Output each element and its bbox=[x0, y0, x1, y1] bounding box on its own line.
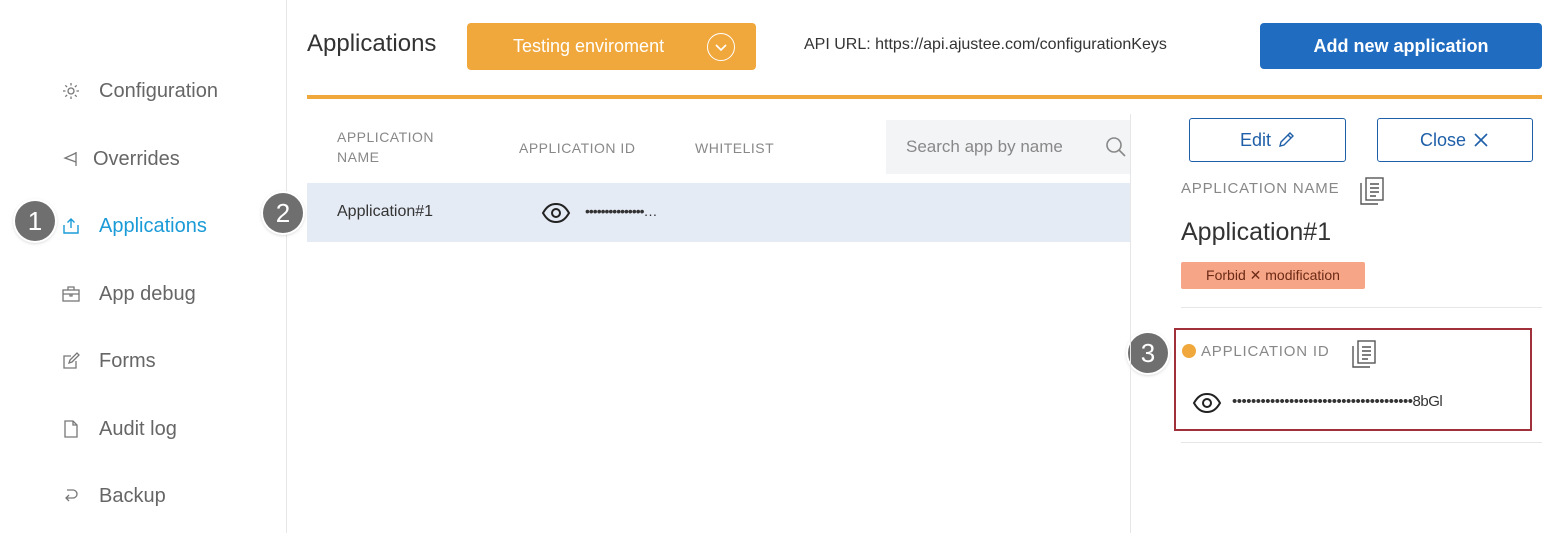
sidebar-item-label: Backup bbox=[99, 484, 166, 507]
environment-label: Testing enviroment bbox=[513, 36, 665, 56]
document-icon bbox=[60, 418, 82, 440]
eye-icon[interactable] bbox=[1192, 392, 1222, 419]
sidebar-item-configuration[interactable]: Configuration bbox=[60, 76, 218, 106]
close-icon bbox=[1474, 133, 1488, 147]
divider bbox=[1181, 442, 1542, 443]
restore-icon bbox=[60, 485, 82, 507]
app-root: Configuration Overrides Applications App… bbox=[0, 0, 1561, 533]
share-icon bbox=[60, 215, 82, 237]
pencil-icon bbox=[1279, 132, 1295, 147]
chevron-down-icon bbox=[707, 33, 735, 61]
search-icon[interactable] bbox=[1104, 135, 1128, 164]
sidebar-item-label: Applications bbox=[99, 214, 207, 237]
divider bbox=[1181, 307, 1542, 308]
search-box bbox=[886, 120, 1130, 174]
environment-dropdown[interactable]: Testing enviroment bbox=[467, 23, 756, 70]
application-id-label: APPLICATION ID bbox=[1201, 343, 1330, 360]
copy-icon[interactable] bbox=[1350, 339, 1378, 374]
edit-button[interactable]: Edit bbox=[1189, 118, 1346, 162]
page-title: Applications bbox=[307, 30, 437, 57]
copy-icon[interactable] bbox=[1358, 176, 1386, 211]
edit-icon bbox=[60, 350, 82, 372]
step-badge-2: 2 bbox=[263, 193, 303, 233]
table-row[interactable]: Application#1 •••••••••••••••… bbox=[307, 183, 1130, 242]
flag-icon bbox=[60, 148, 82, 170]
sidebar-item-label: Overrides bbox=[93, 147, 180, 170]
application-id-cell: •••••••••••••••… bbox=[585, 203, 658, 219]
column-header-whitelist[interactable]: WHITELIST bbox=[695, 138, 774, 158]
column-header-application-id[interactable]: APPLICATION ID bbox=[519, 138, 635, 158]
sidebar-item-audit-log[interactable]: Audit log bbox=[60, 414, 177, 444]
application-name-label: APPLICATION NAME bbox=[1181, 180, 1340, 197]
eye-icon[interactable] bbox=[541, 202, 571, 229]
close-button[interactable]: Close bbox=[1377, 118, 1533, 162]
header-divider bbox=[307, 95, 1542, 99]
column-header-application-name[interactable]: APPLICATION NAME bbox=[337, 127, 457, 167]
gear-icon bbox=[60, 80, 82, 102]
application-id-value: ••••••••••••••••••••••••••••••••••••••8b… bbox=[1232, 393, 1443, 410]
sidebar-item-backup[interactable]: Backup bbox=[60, 481, 166, 511]
sidebar-item-app-debug[interactable]: App debug bbox=[60, 279, 196, 309]
sidebar-item-applications[interactable]: Applications bbox=[60, 211, 207, 241]
status-dot bbox=[1182, 344, 1196, 358]
sidebar-item-label: App debug bbox=[99, 282, 196, 305]
sidebar-item-label: Audit log bbox=[99, 417, 177, 440]
application-name-value: Application#1 bbox=[1181, 218, 1332, 246]
sidebar-item-overrides[interactable]: Overrides bbox=[60, 144, 180, 174]
application-name-cell: Application#1 bbox=[337, 203, 434, 220]
api-url: API URL: https://api.ajustee.com/configu… bbox=[804, 36, 1167, 53]
search-input[interactable] bbox=[906, 137, 1096, 157]
step-badge-1: 1 bbox=[15, 201, 55, 241]
sidebar-item-forms[interactable]: Forms bbox=[60, 346, 156, 376]
sidebar: Configuration Overrides Applications App… bbox=[0, 0, 287, 533]
sidebar-item-label: Forms bbox=[99, 349, 156, 372]
close-button-label: Close bbox=[1419, 129, 1467, 150]
panel-divider bbox=[1130, 114, 1131, 533]
briefcase-icon bbox=[60, 283, 82, 305]
add-application-button[interactable]: Add new application bbox=[1260, 23, 1542, 69]
edit-button-label: Edit bbox=[1239, 129, 1272, 150]
step-badge-3: 3 bbox=[1128, 333, 1168, 373]
sidebar-item-label: Configuration bbox=[99, 79, 218, 102]
forbid-modification-badge[interactable]: Forbid ✕ modification bbox=[1181, 262, 1365, 289]
